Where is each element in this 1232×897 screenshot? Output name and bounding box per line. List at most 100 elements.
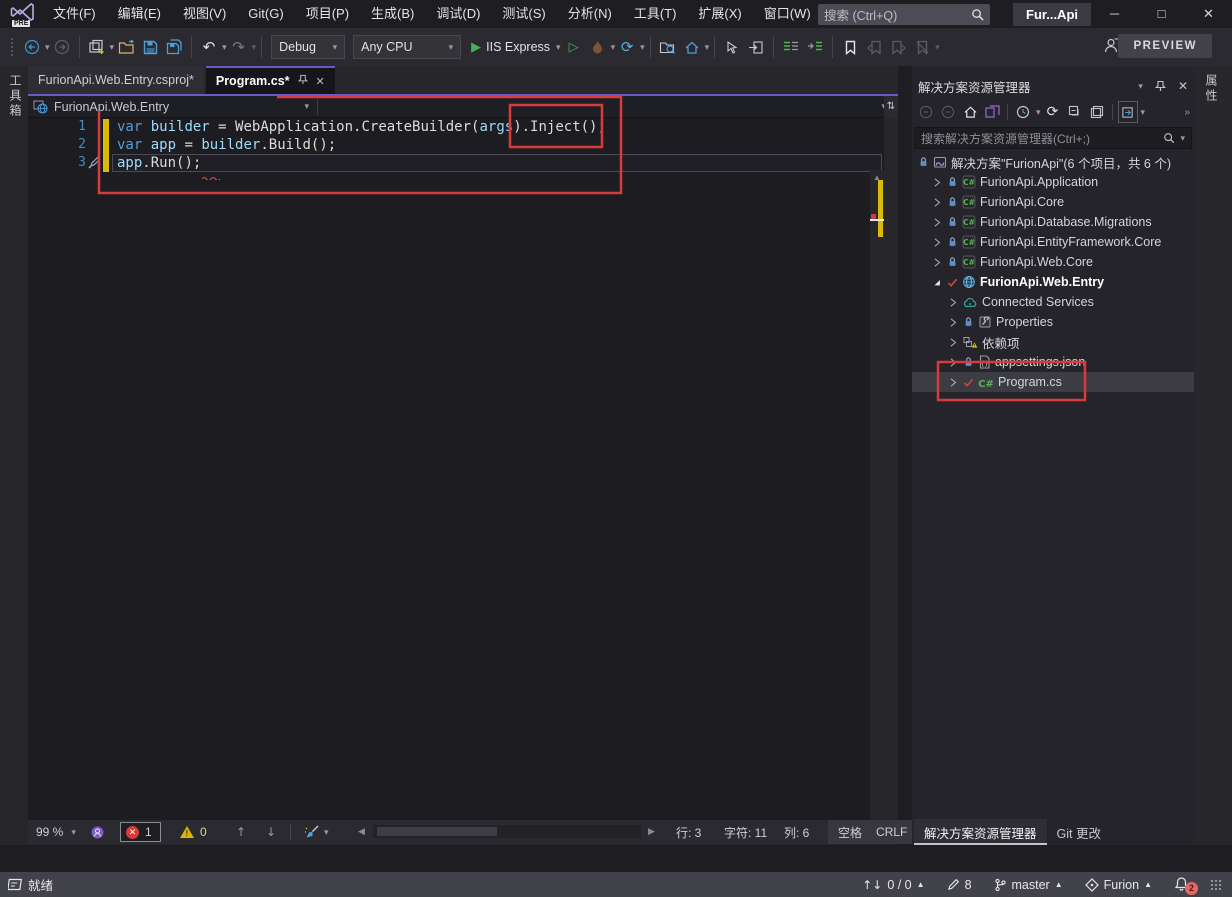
menu-编辑-e[interactable]: 编辑(E)	[107, 0, 172, 28]
code-line-3[interactable]: app.Run();	[28, 154, 884, 172]
start-without-debug-icon[interactable]: ▷	[563, 34, 585, 60]
toggle-bookmark-icon[interactable]	[839, 34, 861, 60]
document-tab-furionapi-web-entry-csproj[interactable]: FurionApi.Web.Entry.csproj*	[28, 66, 204, 94]
chevron-right-icon[interactable]	[946, 297, 959, 308]
restart-icon[interactable]: ⟳	[616, 34, 638, 60]
next-issue-icon[interactable]: ↓	[266, 820, 276, 844]
sync-with-active-document-icon[interactable]	[1118, 101, 1138, 123]
se-home-icon[interactable]	[960, 101, 980, 123]
menu-窗口-w[interactable]: 窗口(W)	[753, 0, 822, 28]
menu-视图-v[interactable]: 视图(V)	[172, 0, 237, 28]
unsaved-edits-status[interactable]: 8	[947, 878, 972, 892]
navbar-project-dropdown[interactable]: FurionApi.Web.Entry ▾	[28, 100, 317, 114]
redo-dropdown[interactable]: ▾	[252, 42, 257, 53]
undo-icon[interactable]: ↶	[198, 34, 220, 60]
tree-item-furionapi-database-migrations[interactable]: C#FurionApi.Database.Migrations	[912, 212, 1194, 232]
tree-item-解决方案-furionapi-6-个项目-共-6-个[interactable]: 解决方案"FurionApi"(6 个项目，共 6 个)	[912, 152, 1194, 172]
start-debug-button[interactable]: ▶ IIS Express ▾	[471, 34, 560, 60]
document-tab-program-cs[interactable]: Program.cs*✕	[206, 66, 335, 94]
filter-dropdown[interactable]: ▾	[1036, 107, 1041, 118]
chevron-right-icon[interactable]	[946, 337, 959, 348]
navbar-member-dropdown[interactable]: — ▾	[318, 96, 898, 118]
menu-git-g[interactable]: Git(G)	[237, 0, 294, 28]
tree-item-program-cs[interactable]: C#Program.cs	[912, 372, 1194, 392]
save-all-icon[interactable]	[163, 34, 185, 60]
tree-item-furionapi-core[interactable]: C#FurionApi.Core	[912, 192, 1194, 212]
navigate-forward-icon[interactable]	[51, 34, 73, 60]
search-icon[interactable]	[971, 8, 984, 21]
pending-changes-filter-icon[interactable]	[1013, 101, 1033, 123]
tree-item-furionapi-entityframework-core[interactable]: C#FurionApi.EntityFramework.Core	[912, 232, 1194, 252]
preview-selected-icon[interactable]	[1087, 101, 1107, 123]
cursor-col-indicator[interactable]: 列: 6	[784, 820, 809, 844]
tree-item-依赖项[interactable]: 依赖项	[912, 332, 1194, 352]
menu-分析-n[interactable]: 分析(N)	[557, 0, 623, 28]
pin-icon[interactable]	[1155, 80, 1166, 92]
solution-explorer-title-bar[interactable]: 解决方案资源管理器 ▾ ✕	[912, 74, 1194, 98]
tree-item-furionapi-web-core[interactable]: C#FurionApi.Web.Core	[912, 252, 1194, 272]
se-forward-icon[interactable]	[938, 101, 958, 123]
split-window-button[interactable]: ⇅	[884, 96, 898, 118]
panel-close-icon[interactable]: ✕	[1178, 79, 1188, 93]
preview-features-button[interactable]: PREVIEW	[1118, 34, 1212, 58]
increase-indent-icon[interactable]	[804, 34, 826, 60]
hscroll-right-arrow[interactable]: ▶	[648, 820, 655, 844]
solution-configuration-select[interactable]: Debug▾	[271, 35, 345, 59]
menu-工具-t[interactable]: 工具(T)	[623, 0, 688, 28]
chevron-right-icon[interactable]	[946, 377, 959, 388]
tree-item-connected-services[interactable]: Connected Services	[912, 292, 1194, 312]
pin-tab-icon[interactable]	[298, 74, 308, 88]
health-indicator-icon[interactable]	[90, 820, 105, 844]
home-dropdown[interactable]: ▾	[705, 42, 710, 53]
chevron-right-icon[interactable]	[930, 257, 943, 268]
chevron-down-icon[interactable]	[930, 277, 943, 288]
send-feedback-icon[interactable]	[1102, 37, 1120, 57]
solution-search-box[interactable]: 搜索解决方案资源管理器(Ctrl+;) ▾	[914, 127, 1192, 149]
code-cleanup-icon[interactable]: ▾	[304, 820, 329, 844]
navbar-project-chevron[interactable]: ▾	[304, 101, 309, 112]
search-options-chevron[interactable]: ▾	[1180, 133, 1185, 144]
screwdriver-gutter-icon[interactable]	[87, 156, 101, 173]
restart-dropdown[interactable]: ▾	[640, 42, 645, 53]
clear-bookmarks-icon[interactable]	[911, 34, 933, 60]
resize-grip[interactable]	[1210, 879, 1222, 891]
previous-bookmark-icon[interactable]	[863, 34, 885, 60]
tree-item-furionapi-application[interactable]: C#FurionApi.Application	[912, 172, 1194, 192]
hot-reload-icon[interactable]	[587, 34, 609, 60]
se-refresh-icon[interactable]: ⟳	[1043, 101, 1063, 123]
solution-platform-select[interactable]: Any CPU▾	[353, 35, 461, 59]
horizontal-scrollbar-thumb[interactable]	[377, 827, 497, 836]
cursor-line-indicator[interactable]: 行: 3	[676, 820, 701, 844]
quick-search-box[interactable]: 搜索 (Ctrl+Q)	[818, 4, 990, 25]
next-bookmark-icon[interactable]	[887, 34, 909, 60]
git-branch-status[interactable]: master ▲	[994, 878, 1063, 892]
chevron-right-icon[interactable]	[946, 317, 959, 328]
menu-文件-f[interactable]: 文件(F)	[42, 0, 107, 28]
line-ending-indicator[interactable]: CRLF	[866, 820, 917, 844]
menu-项目-p[interactable]: 项目(P)	[295, 0, 360, 28]
bookmark-dropdown[interactable]: ▾	[935, 42, 940, 53]
menu-调试-d[interactable]: 调试(D)	[425, 0, 491, 28]
hot-reload-dropdown[interactable]: ▾	[611, 42, 616, 53]
undo-dropdown[interactable]: ▾	[222, 42, 227, 53]
hscroll-left-arrow[interactable]: ◀	[358, 820, 365, 844]
properties-tab[interactable]: 属性	[1203, 66, 1220, 104]
code-navigate-icon[interactable]	[745, 34, 767, 60]
code-editor[interactable]: 1var builder = WebApplication.CreateBuil…	[28, 118, 884, 820]
vertical-scrollbar[interactable]: ▲ ▼	[870, 170, 884, 872]
zoom-level-select[interactable]: 99 % ▾	[36, 820, 76, 844]
toolbar-overflow-icon[interactable]: »	[1184, 107, 1190, 118]
chevron-right-icon[interactable]	[930, 197, 943, 208]
panel-tab-git-更改[interactable]: Git 更改	[1047, 819, 1111, 845]
git-repo-status[interactable]: Furion ▲	[1085, 878, 1152, 892]
save-icon[interactable]	[139, 34, 161, 60]
se-back-icon[interactable]	[916, 101, 936, 123]
toolbox-tab[interactable]: 工具箱	[7, 66, 24, 119]
search-icon[interactable]	[1163, 132, 1175, 144]
menu-生成-b[interactable]: 生成(B)	[360, 0, 425, 28]
decrease-indent-icon[interactable]	[780, 34, 802, 60]
new-project-dropdown[interactable]: ▾	[110, 42, 115, 53]
panel-tab-解决方案资源管理器[interactable]: 解决方案资源管理器	[914, 819, 1047, 845]
new-project-icon[interactable]	[86, 34, 108, 60]
tree-item-appsettings-json[interactable]: {}appsettings.json	[912, 352, 1194, 372]
